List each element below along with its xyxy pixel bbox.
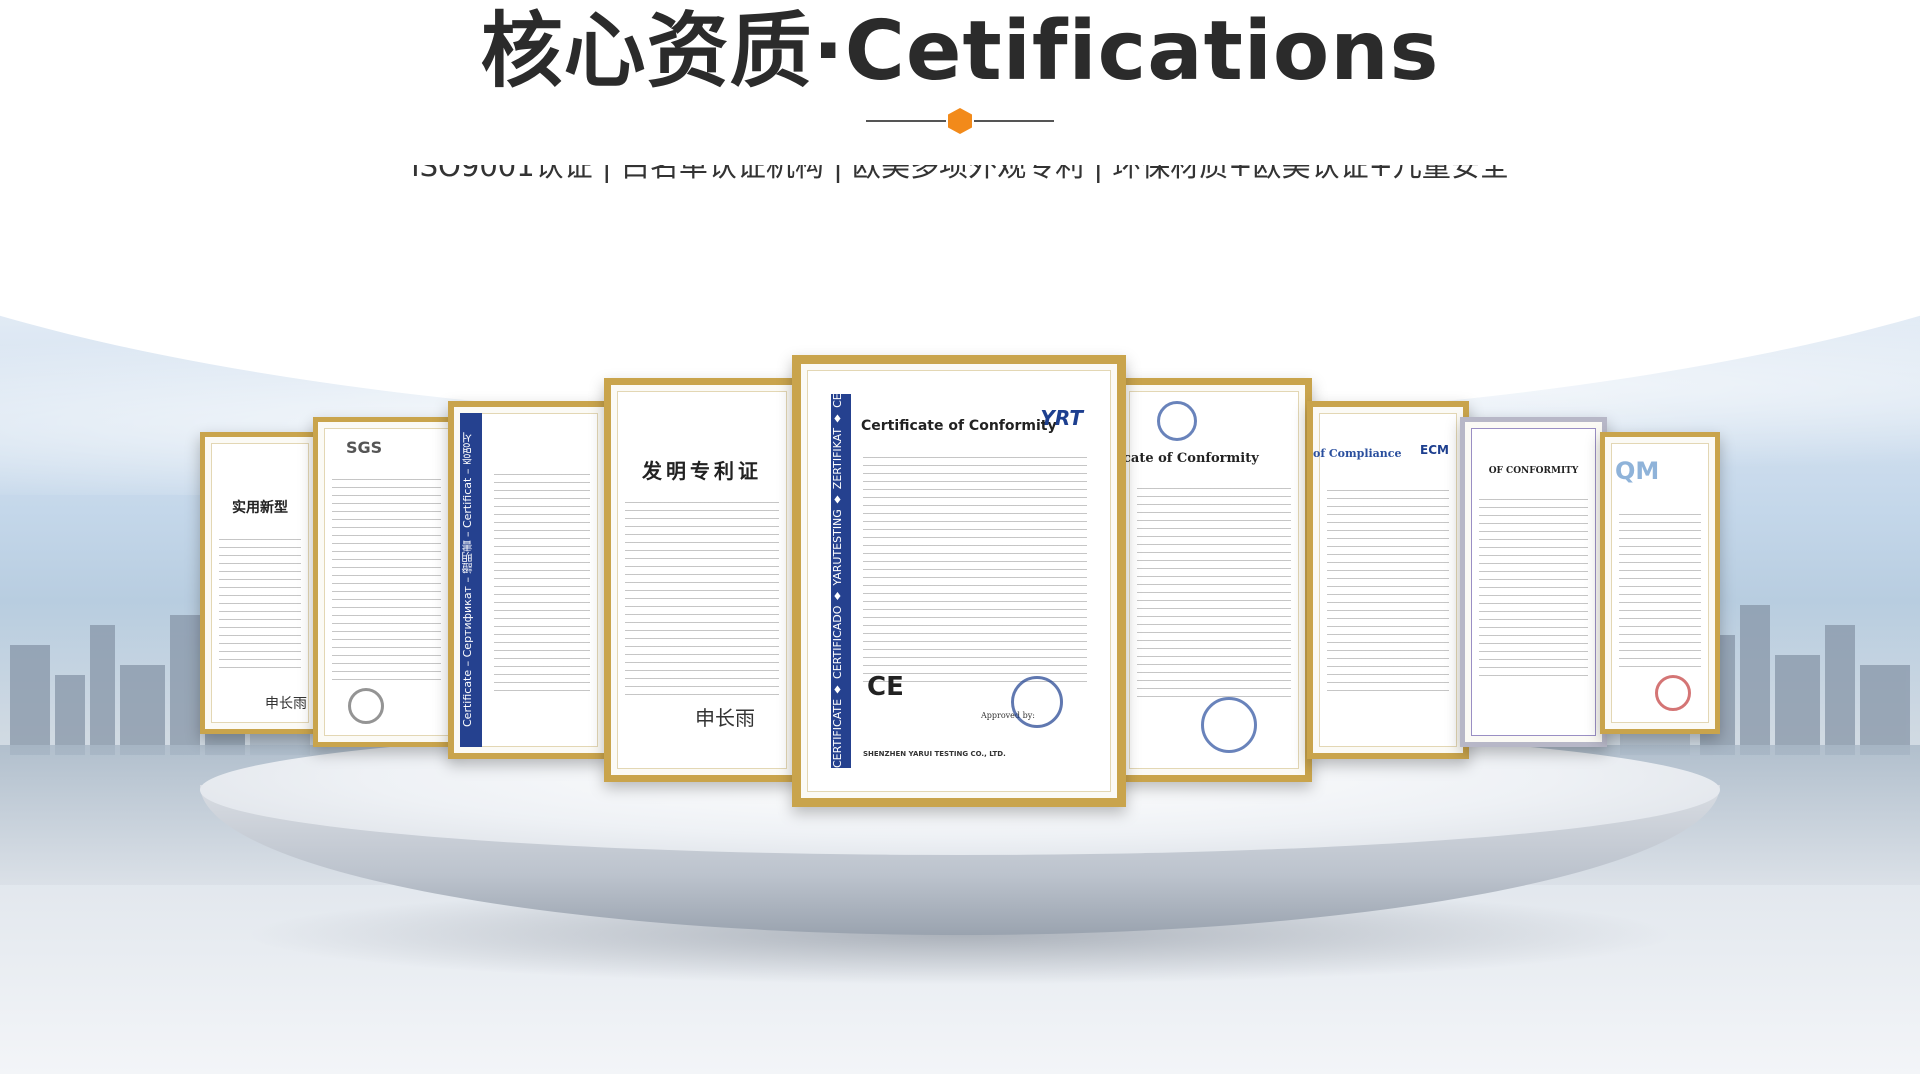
certificate-side-band: Certificate – Сертификат – 證明書 – Certifi… bbox=[460, 413, 482, 747]
certificate-title: 发明专利证 bbox=[642, 459, 762, 483]
lab-name: SHENZHEN YARUI TESTING CO., LTD. bbox=[863, 750, 1006, 758]
ecm-logo-icon: ECM bbox=[1420, 443, 1449, 457]
certificate-frame-utility-model: 实用新型 申长雨 bbox=[200, 432, 320, 734]
certificate-signature: 申长雨 bbox=[695, 706, 755, 730]
certificate-frame-conformity-3: OF CONFORMITY bbox=[1460, 417, 1607, 747]
seal-icon bbox=[1201, 697, 1257, 753]
seal-icon bbox=[348, 688, 384, 724]
org-emblem-icon bbox=[1157, 401, 1197, 441]
certificate-title: OF CONFORMITY bbox=[1488, 466, 1579, 476]
certificate-text-lines bbox=[1327, 483, 1449, 693]
certificate-text-lines bbox=[863, 450, 1087, 688]
certificate-frame-invention-patent: 发明专利证 申长雨 bbox=[604, 378, 800, 782]
certificate-text-lines bbox=[494, 467, 590, 693]
certificate-title: cate of Conformity bbox=[1123, 451, 1259, 466]
divider-line-right bbox=[974, 120, 1054, 122]
certificate-frame-sgs: SGS bbox=[313, 417, 460, 747]
page-title: 核心资质·Cetifications bbox=[480, 4, 1440, 99]
certificate-side-band: CERTIFICATE ♦ CERTIFICADO ♦ YARUTESTING … bbox=[831, 394, 851, 768]
certificate-frame-compliance: of Compliance ECM bbox=[1307, 401, 1469, 759]
certificate-text-lines bbox=[1619, 507, 1701, 669]
quality-mark-logo-icon: QM bbox=[1615, 457, 1660, 485]
ce-mark-icon: CE bbox=[867, 672, 904, 702]
title-divider bbox=[860, 108, 1060, 134]
certificate-text-lines bbox=[1479, 492, 1588, 682]
certificate-title: 实用新型 bbox=[232, 500, 288, 516]
sgs-logo-icon: SGS bbox=[346, 438, 383, 457]
certificate-text-lines bbox=[1137, 481, 1291, 699]
certificate-frame-conformity-2: cate of Conformity bbox=[1116, 378, 1312, 782]
certificate-signature: 申长雨 bbox=[265, 696, 307, 712]
certificate-text-lines bbox=[219, 532, 301, 669]
certificate-frame-quality-mark: QM bbox=[1600, 432, 1720, 734]
certificate-showcase: ISO9001认证 | 白名单认证机构 | 欧美多项外观专利 | 环保材质+欧美… bbox=[0, 165, 1920, 1074]
seal-icon bbox=[1655, 675, 1691, 711]
certificate-frame-ce-conformity: CERTIFICATE ♦ CERTIFICADO ♦ YARUTESTING … bbox=[792, 355, 1126, 807]
yrt-logo-icon: YRT bbox=[1040, 406, 1083, 430]
page-subtitle: ISO9001认证 | 白名单认证机构 | 欧美多项外观专利 | 环保材质+欧美… bbox=[411, 165, 1509, 183]
certificate-frame-multilingual: Certificate – Сертификат – 證明書 – Certifi… bbox=[448, 401, 610, 759]
approval-stamp-icon bbox=[1011, 676, 1063, 728]
hexagon-icon bbox=[948, 108, 972, 134]
certificate-text-lines bbox=[625, 495, 779, 695]
divider-line-left bbox=[866, 120, 946, 122]
certificate-text-lines bbox=[332, 472, 441, 682]
